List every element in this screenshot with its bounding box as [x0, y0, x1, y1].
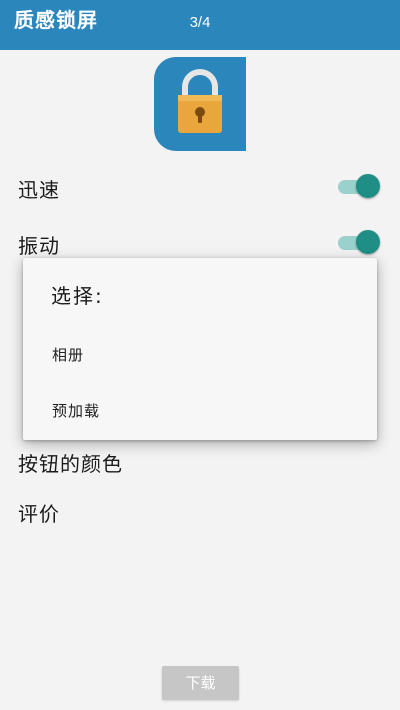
quick-toggle[interactable]: [338, 173, 382, 199]
setting-label-vibrate: 振动: [18, 234, 60, 258]
page-indicator: 3/4: [189, 14, 211, 31]
toggle-thumb: [356, 230, 380, 254]
dialog-option-label: 预加载: [52, 402, 101, 420]
setting-row-rate[interactable]: 评价: [0, 490, 400, 530]
download-button[interactable]: 下载: [162, 666, 239, 700]
dialog-option-preload[interactable]: 预加载: [23, 388, 377, 432]
setting-label-quick: 迅速: [18, 178, 60, 202]
dialog-option-label: 相册: [52, 346, 85, 364]
setting-row-quick[interactable]: 迅速: [0, 166, 400, 206]
vibrate-toggle[interactable]: [338, 229, 382, 255]
setting-label-rate: 评价: [18, 502, 60, 526]
padlock-icon: [154, 57, 246, 151]
toggle-thumb: [356, 174, 380, 198]
app-header: 质感锁屏 3/4: [0, 0, 400, 50]
setting-row-button-color[interactable]: 按钮的颜色: [0, 440, 400, 480]
dialog-option-album[interactable]: 相册: [23, 332, 377, 376]
setting-row-vibrate[interactable]: 振动: [0, 222, 400, 262]
setting-label-button-color: 按钮的颜色: [18, 452, 123, 476]
dialog-title: 选择:: [51, 284, 104, 308]
select-dialog: 选择: 相册 预加载: [23, 258, 377, 440]
